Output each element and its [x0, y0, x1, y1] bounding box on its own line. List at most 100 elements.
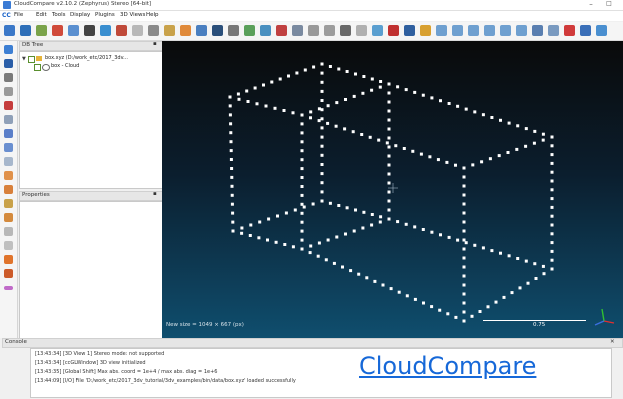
view-icon[interactable]: [4, 45, 13, 54]
cloud-point: [287, 74, 290, 78]
save-icon[interactable]: [20, 25, 31, 36]
settings-icon[interactable]: [532, 25, 543, 36]
view-3d[interactable]: [162, 41, 623, 338]
cloud-point: [518, 286, 522, 290]
checkbox-cloud[interactable]: [34, 64, 41, 71]
iso-view-icon[interactable]: [4, 255, 13, 264]
left-view-icon[interactable]: [4, 227, 13, 236]
cloud-point: [533, 262, 537, 266]
view-front-icon[interactable]: [436, 25, 447, 36]
back-view-icon[interactable]: [4, 185, 13, 194]
segment-icon[interactable]: [180, 25, 191, 36]
view-top-icon[interactable]: [452, 25, 463, 36]
menu-display[interactable]: Display: [70, 12, 90, 18]
db-tree[interactable]: ▼ box.xyz (D:/work_etc/2017_3dv... box -…: [19, 51, 163, 189]
stats-icon[interactable]: [292, 25, 303, 36]
perspective-icon[interactable]: [4, 115, 13, 124]
menu-file[interactable]: File: [14, 12, 23, 18]
tree-item-file[interactable]: box.xyz (D:/work_etc/2017_3dv...: [45, 55, 128, 61]
pause-icon[interactable]: [4, 73, 13, 82]
cloud-point: [351, 130, 355, 134]
cloud-icon[interactable]: [580, 25, 591, 36]
console-close-icon[interactable]: ✕: [610, 339, 615, 345]
cloud-point: [387, 127, 391, 131]
bottom-view-icon[interactable]: [4, 213, 13, 222]
zoom-icon[interactable]: [4, 157, 13, 166]
cloudcompare-link[interactable]: CloudCompare: [356, 352, 540, 380]
point-list-icon[interactable]: [372, 25, 383, 36]
sp-icon[interactable]: [420, 25, 431, 36]
camera-icon[interactable]: [4, 59, 13, 68]
distance-icon[interactable]: [244, 25, 255, 36]
view-back-icon[interactable]: [484, 25, 495, 36]
rgb-icon-2[interactable]: [596, 25, 607, 36]
dots-icon[interactable]: [4, 286, 13, 290]
subsample-icon[interactable]: [68, 25, 79, 36]
iso-view-2-icon[interactable]: [4, 269, 13, 278]
normals-icon[interactable]: [132, 25, 143, 36]
clone-icon[interactable]: [52, 25, 63, 36]
view-iso-icon[interactable]: [516, 25, 527, 36]
cloud-point: [541, 132, 545, 136]
properties-float-icon[interactable]: ▪: [153, 191, 157, 197]
cloud-point: [320, 190, 324, 194]
cloud-point: [245, 89, 249, 93]
tree-item-cloud[interactable]: box - Cloud: [51, 63, 79, 69]
view-left-icon[interactable]: [468, 25, 479, 36]
pick-icon[interactable]: [196, 25, 207, 36]
menu-edit[interactable]: Edit: [36, 12, 47, 18]
sor-icon[interactable]: [212, 25, 223, 36]
cloud-point: [312, 65, 316, 69]
expand-arrow-icon[interactable]: ▼: [22, 56, 26, 62]
log-line: [13:43:34] [ccGLWindow] 3D view initiali…: [35, 360, 146, 366]
cloud-point: [490, 116, 494, 119]
camera-icon[interactable]: [404, 25, 415, 36]
properties-panel[interactable]: [19, 201, 163, 339]
cross-section-icon[interactable]: [340, 25, 351, 36]
cloud-point: [421, 93, 425, 97]
move-icon[interactable]: [4, 143, 13, 152]
rgb-icon[interactable]: [548, 25, 559, 36]
menu-plugins[interactable]: Plugins: [95, 12, 115, 18]
cloud-point: [300, 176, 304, 179]
checkbox-cloud-file[interactable]: [28, 56, 35, 63]
cloud-point: [300, 185, 304, 188]
cloud-point: [462, 175, 466, 179]
compute-icon[interactable]: [308, 25, 319, 36]
cloud-point: [422, 301, 425, 305]
menu-tools[interactable]: Tools: [52, 12, 66, 18]
scalar-field-icon[interactable]: [116, 25, 127, 36]
merge-icon[interactable]: [36, 25, 47, 36]
view-right-icon[interactable]: [500, 25, 511, 36]
top-view-icon[interactable]: [4, 199, 13, 208]
translate-icon[interactable]: [100, 25, 111, 36]
plus-icon[interactable]: [276, 25, 287, 36]
mesh-icon[interactable]: [148, 25, 159, 36]
bend-icon[interactable]: [564, 25, 575, 36]
db-tree-float-icon[interactable]: ▪: [153, 41, 157, 47]
pivot-icon[interactable]: [4, 101, 13, 110]
align-icon[interactable]: [260, 25, 271, 36]
plus-icon[interactable]: [4, 87, 13, 96]
menu-3d-views[interactable]: 3D Views: [120, 12, 145, 18]
db-tree-title: DB Tree: [22, 42, 44, 48]
right-view-icon[interactable]: [4, 241, 13, 250]
log-line: [13:43:34] [3D View 1] Stereo mode: not …: [35, 351, 165, 357]
menu-help[interactable]: Help: [146, 12, 159, 18]
octree-icon[interactable]: [164, 25, 175, 36]
front-view-icon[interactable]: [4, 171, 13, 180]
cloud-point: [309, 116, 312, 120]
minimize-button[interactable]: –: [584, 0, 598, 10]
cloud-point: [370, 223, 374, 227]
delete-icon[interactable]: [84, 25, 95, 36]
zoom-fit-icon[interactable]: [4, 129, 13, 138]
cloud-point: [438, 308, 442, 312]
maximize-button[interactable]: □: [602, 0, 616, 10]
sf-icon[interactable]: [324, 25, 335, 36]
profile-icon[interactable]: [356, 25, 367, 36]
label-icon[interactable]: [388, 25, 399, 36]
noise-icon[interactable]: [228, 25, 239, 36]
cloud-point: [462, 211, 466, 215]
open-icon[interactable]: [4, 25, 15, 36]
cloud-point: [344, 98, 347, 101]
